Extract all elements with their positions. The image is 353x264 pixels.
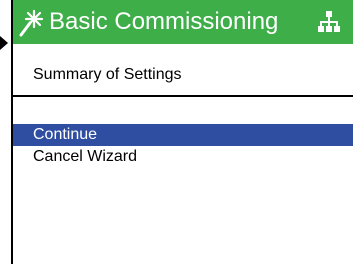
- device-screen: Basic Commissioning Summary of Settings …: [11, 0, 353, 264]
- menu-item-continue[interactable]: Continue: [13, 124, 353, 146]
- selection-pointer-icon: [0, 36, 8, 50]
- divider: [13, 95, 353, 97]
- title-bar: Basic Commissioning: [13, 0, 353, 44]
- magic-wand-icon: [19, 9, 44, 37]
- wizard-menu: Continue Cancel Wizard: [13, 124, 353, 168]
- window-title: Basic Commissioning: [49, 8, 279, 35]
- network-icon: [318, 11, 340, 32]
- page-subtitle: Summary of Settings: [33, 66, 182, 83]
- menu-item-cancel-wizard[interactable]: Cancel Wizard: [13, 146, 353, 168]
